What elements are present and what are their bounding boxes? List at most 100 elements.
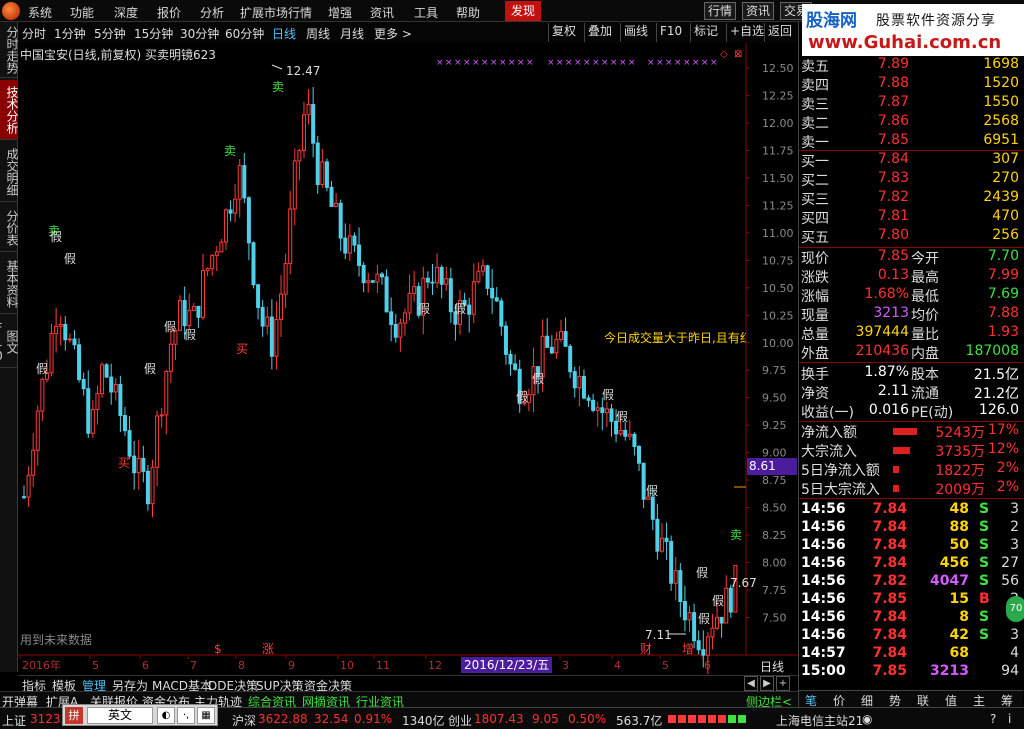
watermark-brand: 股海网 (806, 11, 857, 31)
tab-price-table[interactable]: 分价表 (0, 204, 19, 252)
event-marker[interactable]: $ (214, 642, 222, 656)
f10-button[interactable]: F10 (656, 23, 685, 42)
ime-mode-label[interactable]: 英文 (87, 707, 153, 724)
candle-body (223, 209, 228, 243)
tick-row[interactable]: 15:00 7.85 3213 94 (799, 663, 1023, 681)
tick-row[interactable]: 14:56 7.84 42 S 3 (799, 627, 1023, 645)
ask-row[interactable]: 卖三 7.87 1550 (799, 93, 1023, 113)
fund-flow-bar (893, 466, 899, 473)
menu-extended-market[interactable]: 扩展市场行情 (240, 4, 312, 21)
period-30min[interactable]: 30分钟 (180, 25, 219, 42)
menu-system[interactable]: 系统 (28, 4, 52, 21)
ime-punct-icon[interactable]: ·, (177, 707, 195, 724)
candle-body (136, 457, 141, 474)
menu-quote[interactable]: 报价 (157, 4, 181, 21)
bid-row[interactable]: 买五 7.80 256 (799, 226, 1023, 246)
candle-body (86, 388, 91, 434)
period-5min[interactable]: 5分钟 (94, 25, 126, 42)
period-60min[interactable]: 60分钟 (225, 25, 264, 42)
page-next-button[interactable]: ▶ (760, 676, 774, 691)
tick-row[interactable]: 14:56 7.84 50 S 3 (799, 537, 1023, 555)
ask-price: 7.88 (877, 75, 909, 91)
period-more[interactable]: 更多 > (374, 25, 412, 42)
candle-body (63, 323, 68, 341)
tick-price: 7.84 (872, 609, 907, 625)
menu-depth[interactable]: 深度 (114, 4, 138, 21)
ask-row[interactable]: 卖四 7.88 1520 (799, 74, 1023, 94)
quote-value: 7.69 (987, 286, 1019, 302)
ime-toolbar[interactable]: 拼 英文 ◐ ·, ▦ (62, 704, 218, 726)
tab-technical-analysis[interactable]: 技术分析 (0, 80, 19, 140)
ime-keyboard-icon[interactable]: ▦ (197, 707, 215, 724)
menu-help[interactable]: 帮助 (456, 4, 480, 21)
period-1min[interactable]: 1分钟 (54, 25, 86, 42)
hs-index-label: 沪深 (232, 714, 257, 728)
info-icon[interactable]: i (1008, 712, 1011, 726)
menu-discover[interactable]: 发现 (505, 1, 542, 21)
ime-logo-icon[interactable]: 拼 (65, 707, 83, 724)
page-prev-button[interactable]: ◀ (744, 676, 758, 691)
page-plus-button[interactable]: + (776, 676, 790, 691)
ime-halfwidth-icon[interactable]: ◐ (157, 707, 175, 724)
tab-trade-details[interactable]: 成交明细 (0, 142, 19, 202)
cy-index-amount: 563.7亿 (616, 714, 663, 728)
candle-body (279, 293, 284, 320)
tab-f10[interactable]: 图文F10 (0, 316, 19, 368)
news-mode-button[interactable]: 资讯 (742, 2, 775, 20)
close-marker-icon[interactable]: ⊠ (734, 49, 742, 60)
event-marker[interactable]: 财 (640, 642, 652, 656)
menu-news[interactable]: 资讯 (370, 4, 394, 21)
candle-body (407, 292, 412, 314)
tick-row[interactable]: 14:56 7.82 4047 S 56 (799, 573, 1023, 591)
quote-mode-button[interactable]: 行情 (704, 2, 737, 20)
event-marker[interactable]: 涨 (262, 641, 274, 656)
ask-row[interactable]: 卖一 7.85 6951 (799, 131, 1023, 151)
candle-body (288, 208, 293, 264)
tab-fundamentals[interactable]: 基本资料 (0, 254, 19, 314)
quote-row: 涨跌 0.13 最高 7.99 (799, 266, 1023, 286)
adjust-button[interactable]: 复权 (548, 23, 579, 42)
tick-row[interactable]: 14:57 7.84 68 4 (799, 645, 1023, 663)
tab-timeshare[interactable]: 分时走势 (0, 22, 19, 78)
bid-row[interactable]: 买四 7.81 470 (799, 207, 1023, 227)
ask-row[interactable]: 卖五 7.89 1698 (799, 55, 1023, 75)
bid-row[interactable]: 买三 7.82 2439 (799, 188, 1023, 208)
side-scroll-button[interactable]: 70 (1006, 596, 1024, 622)
menu-enhance[interactable]: 增强 (328, 4, 352, 21)
draw-line-button[interactable]: 画线 (620, 23, 651, 42)
period-monthly[interactable]: 月线 (340, 25, 364, 42)
candle-body (577, 375, 582, 389)
tick-row[interactable]: 14:56 7.84 48 S 3 (799, 501, 1023, 519)
period-15min[interactable]: 15分钟 (134, 25, 173, 42)
period-weekly[interactable]: 周线 (306, 25, 330, 42)
kline-chart[interactable]: 12.50 12.25 12.00 11.75 11.50 11.25 11.00 10.75… (18, 43, 798, 675)
x-tick-label: 12 (428, 659, 442, 672)
back-button[interactable]: 返回 (764, 23, 795, 42)
sound-icon[interactable]: ◉ (862, 712, 872, 726)
menu-analysis[interactable]: 分析 (200, 4, 224, 21)
tick-price: 7.84 (872, 537, 907, 553)
candle-body (559, 331, 563, 340)
bid-row[interactable]: 买二 7.83 270 (799, 169, 1023, 189)
add-favorite-button[interactable]: +自选 (726, 23, 767, 42)
menu-function[interactable]: 功能 (70, 4, 94, 21)
fund-flow-pct: 2% (996, 479, 1019, 495)
mark-button[interactable]: 标记 (690, 23, 721, 42)
tick-row[interactable]: 14:567.8515B2 (799, 591, 1023, 609)
menu-tools[interactable]: 工具 (414, 4, 438, 21)
period-timeshare[interactable]: 分时 (22, 25, 46, 42)
signal-dot: × (647, 58, 655, 68)
tick-price: 7.84 (872, 627, 907, 643)
event-marker[interactable]: 增 (682, 642, 694, 656)
quote-value: 7.70 (987, 248, 1019, 264)
bid-row[interactable]: 买一 7.84 307 (799, 150, 1023, 170)
ask-row[interactable]: 卖二 7.86 2568 (799, 112, 1023, 132)
quote-key: 总量 (801, 327, 829, 343)
help-icon[interactable]: ? (990, 712, 996, 726)
overlay-button[interactable]: 叠加 (584, 23, 615, 42)
tick-row[interactable]: 14:56 7.84 456 S 27 (799, 555, 1023, 573)
tick-side: S (979, 627, 990, 643)
tick-row[interactable]: 14:567.848S1 (799, 609, 1023, 627)
period-daily[interactable]: 日线 (272, 25, 296, 42)
tick-row[interactable]: 14:56 7.84 88 S 2 (799, 519, 1023, 537)
